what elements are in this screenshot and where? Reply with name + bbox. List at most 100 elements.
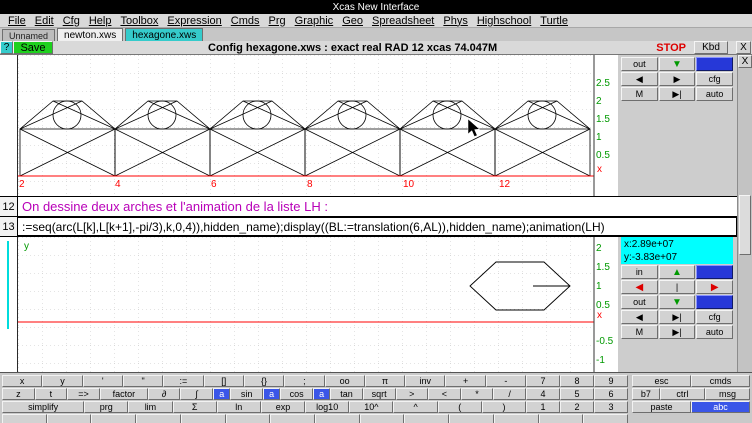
keyboard-key[interactable]: esc <box>632 375 691 387</box>
keyboard-key[interactable]: exp <box>261 401 305 413</box>
menu-item[interactable]: Phys <box>443 15 467 27</box>
keyboard-key[interactable] <box>226 414 271 423</box>
graph-control-button[interactable]: ▶| <box>659 87 696 101</box>
keyboard-key[interactable]: inv <box>405 375 445 387</box>
graph-control-button[interactable]: cfg <box>696 72 733 86</box>
close-window-button[interactable]: X <box>736 41 751 54</box>
graph-control-button[interactable]: ◀ <box>621 280 658 294</box>
graph-control-button[interactable]: auto <box>696 87 733 101</box>
keyboard-key[interactable]: := <box>163 375 203 387</box>
keyboard-key[interactable]: lim <box>128 401 172 413</box>
scrollbar-close-button[interactable]: X <box>738 55 752 68</box>
keyboard-key[interactable]: paste <box>632 401 691 413</box>
keyboard-key[interactable]: a <box>263 388 280 400</box>
graph-control-button[interactable]: ◀ <box>621 310 658 324</box>
keyboard-key[interactable]: factor <box>100 388 148 400</box>
keyboard-key[interactable]: 10^ <box>349 401 393 413</box>
keyboard-key[interactable] <box>404 414 449 423</box>
keyboard-key[interactable]: {} <box>244 375 284 387</box>
keyboard-key[interactable]: => <box>67 388 100 400</box>
session-scrollbar[interactable]: X <box>737 55 752 372</box>
keyboard-key[interactable]: ) <box>482 401 526 413</box>
keyboard-key[interactable]: 1 <box>526 401 560 413</box>
graph-control-button[interactable]: ▶ <box>696 280 733 294</box>
graph-control-button[interactable]: ▼ <box>659 57 696 71</box>
graph-control-button[interactable]: in <box>621 265 658 279</box>
menu-item[interactable]: Geo <box>342 15 363 27</box>
keyboard-key[interactable]: ' <box>83 375 123 387</box>
menu-item[interactable]: Graphic <box>295 15 334 27</box>
keyboard-key[interactable]: oo <box>325 375 365 387</box>
menu-item[interactable]: File <box>8 15 26 27</box>
keyboard-key[interactable]: a <box>313 388 330 400</box>
keyboard-key[interactable]: 5 <box>560 388 594 400</box>
level-number[interactable]: 12 <box>0 197 18 216</box>
keyboard-key[interactable]: Σ <box>173 401 217 413</box>
keyboard-key[interactable] <box>494 414 539 423</box>
keyboard-key[interactable]: cos <box>280 388 313 400</box>
keyboard-key[interactable]: sqrt <box>363 388 396 400</box>
graph-control-button[interactable]: ▶| <box>659 310 696 324</box>
keyboard-key[interactable]: / <box>493 388 526 400</box>
keyboard-key[interactable]: a <box>213 388 230 400</box>
keyboard-key[interactable]: t <box>35 388 68 400</box>
comment-text[interactable]: On dessine deux arches et l'animation de… <box>18 197 737 216</box>
graph-control-button[interactable]: ▶ <box>659 72 696 86</box>
session-tab[interactable]: Unnamed <box>2 29 55 41</box>
keyboard-key[interactable] <box>539 414 584 423</box>
keyboard-key[interactable]: > <box>396 388 429 400</box>
keyboard-key[interactable]: 8 <box>560 375 594 387</box>
keyboard-key[interactable]: y <box>42 375 82 387</box>
keyboard-key[interactable] <box>47 414 92 423</box>
menu-item[interactable]: Turtle <box>540 15 568 27</box>
keyboard-key[interactable]: π <box>365 375 405 387</box>
keyboard-key[interactable] <box>449 414 494 423</box>
graph-control-button[interactable] <box>696 265 733 279</box>
keyboard-key[interactable]: log10 <box>305 401 349 413</box>
keyboard-key[interactable]: 9 <box>594 375 628 387</box>
scrollbar-thumb[interactable] <box>739 195 751 255</box>
keyboard-key[interactable]: ln <box>217 401 261 413</box>
graph-control-button[interactable] <box>696 57 733 71</box>
menu-item[interactable]: Spreadsheet <box>372 15 434 27</box>
keyboard-key[interactable] <box>91 414 136 423</box>
keyboard-key[interactable]: ∂ <box>148 388 181 400</box>
graph-control-button[interactable]: auto <box>696 325 733 339</box>
keyboard-key[interactable] <box>181 414 226 423</box>
keyboard-key[interactable] <box>360 414 405 423</box>
help-button[interactable]: ? <box>0 41 13 54</box>
keyboard-key[interactable]: 2 <box>560 401 594 413</box>
command-input[interactable]: :=seq(arc(L[k],L[k+1],-pi/3),k,0,4)),hid… <box>18 217 737 236</box>
keyboard-key[interactable] <box>315 414 360 423</box>
keyboard-key[interactable]: " <box>123 375 163 387</box>
keyboard-key[interactable]: ( <box>438 401 482 413</box>
keyboard-key[interactable]: ctrl <box>660 388 705 400</box>
menu-item[interactable]: Edit <box>35 15 54 27</box>
keyboard-key[interactable]: - <box>486 375 526 387</box>
keyboard-key[interactable]: 4 <box>526 388 560 400</box>
graph-control-button[interactable]: ▲ <box>659 265 696 279</box>
keyboard-key[interactable]: 7 <box>526 375 560 387</box>
graph-control-button[interactable] <box>696 295 733 309</box>
session-tab[interactable]: newton.xws <box>57 28 123 41</box>
config-status[interactable]: Config hexagone.xws : exact real RAD 12 … <box>53 42 652 54</box>
keyboard-key[interactable]: < <box>428 388 461 400</box>
level-number[interactable]: 13 <box>0 217 18 236</box>
graph-control-button[interactable]: M <box>621 87 658 101</box>
keyboard-key[interactable] <box>270 414 315 423</box>
session-tab[interactable]: hexagone.xws <box>125 28 203 41</box>
graph-control-button[interactable]: cfg <box>696 310 733 324</box>
menu-item[interactable]: Cmds <box>231 15 260 27</box>
keyboard-key[interactable]: x <box>2 375 42 387</box>
graph1-plot-area[interactable]: 2.5 2 1.5 1 0.5 2 4 6 8 10 12 <box>18 55 618 196</box>
keyboard-key[interactable]: ∫ <box>180 388 213 400</box>
keyboard-key[interactable]: prg <box>84 401 128 413</box>
keyboard-key[interactable]: cmds <box>691 375 750 387</box>
keyboard-key[interactable] <box>2 414 47 423</box>
kbd-toggle-button[interactable]: Kbd <box>694 41 728 54</box>
keyboard-key[interactable] <box>136 414 181 423</box>
keyboard-key[interactable]: ^ <box>393 401 437 413</box>
stop-button[interactable]: STOP <box>656 42 686 54</box>
graph-control-button[interactable]: out <box>621 295 658 309</box>
menu-item[interactable]: Cfg <box>63 15 80 27</box>
